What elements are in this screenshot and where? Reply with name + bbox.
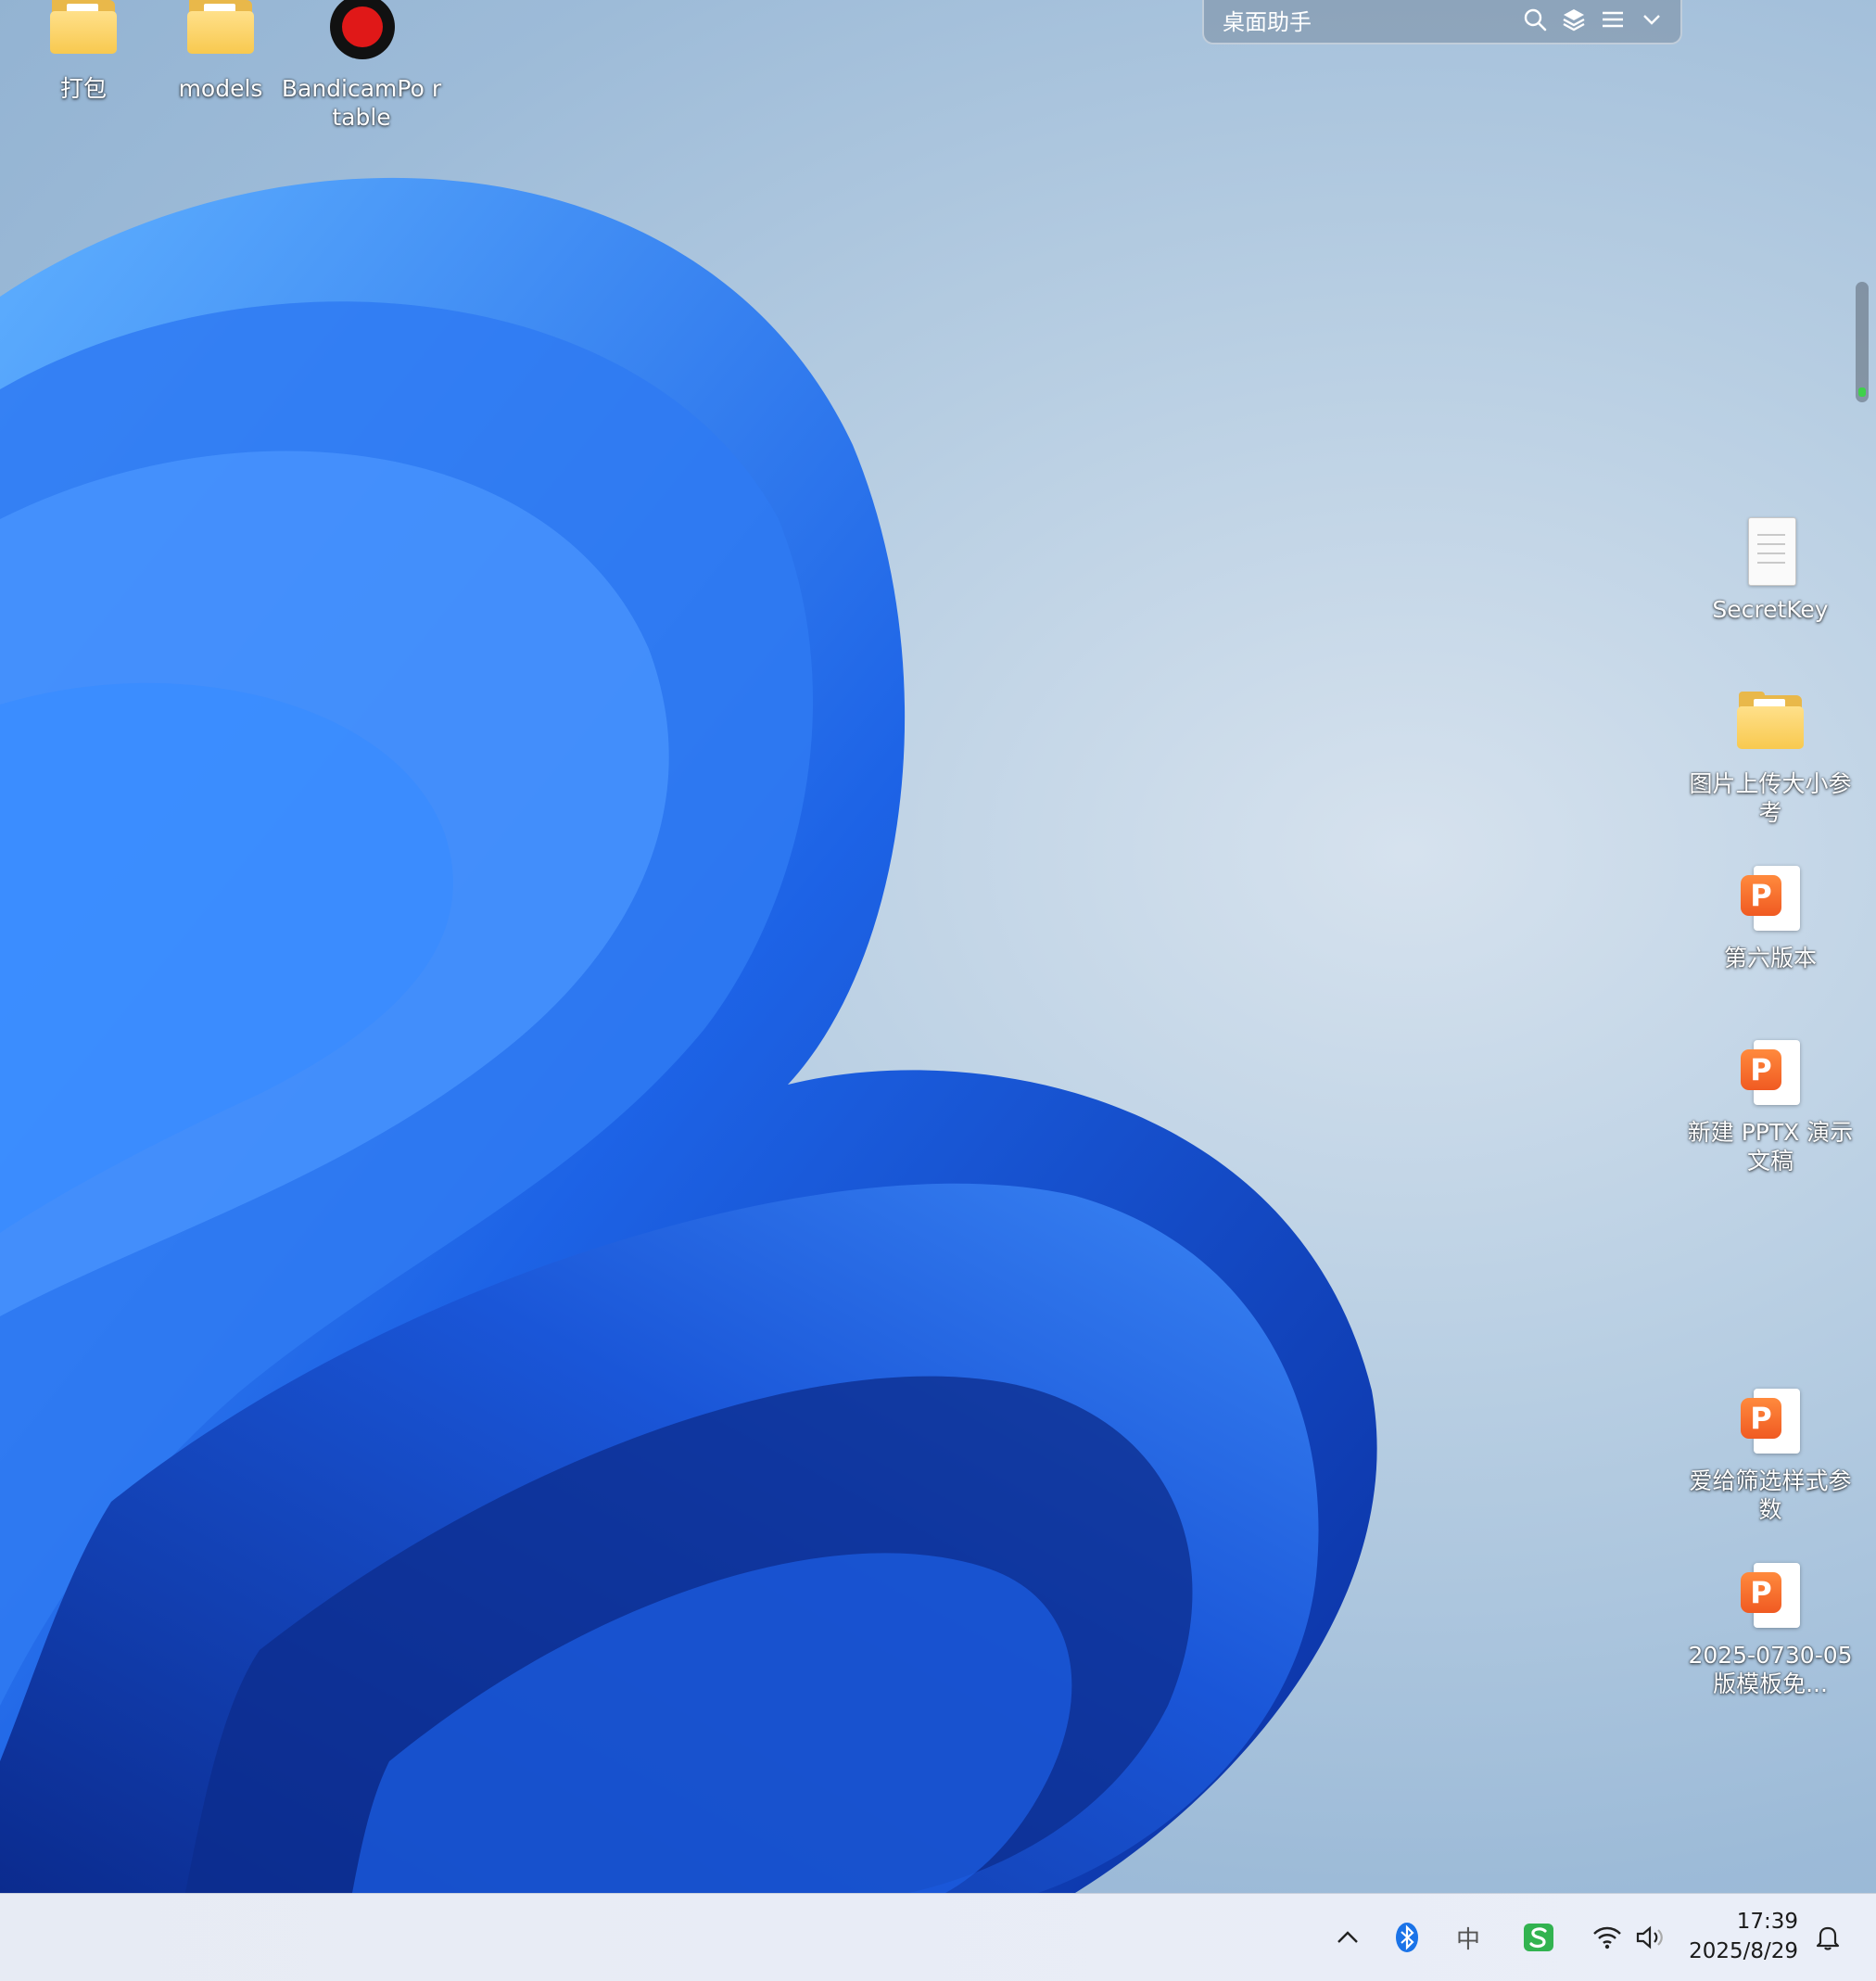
desktop-icon-image-upload-folder[interactable]: 图片上传大小参考	[1687, 690, 1854, 827]
desktop-icon-label: SecretKey	[1712, 596, 1829, 623]
layers-icon[interactable]	[1554, 0, 1593, 39]
input-method-icon[interactable]: 中	[1446, 1894, 1490, 1981]
wps-presentation-icon: P	[1733, 1387, 1807, 1461]
desktop-icon-label: 2025-0730-05版模板免...	[1688, 1642, 1853, 1697]
ime-label: 中	[1455, 1925, 1480, 1954]
desktop-icon-label: 新建 PPTX 演示文稿	[1687, 1119, 1854, 1175]
desktop-icon-label: BandicamPo rtable	[281, 75, 442, 131]
show-hidden-icons-button[interactable]	[1327, 1894, 1368, 1981]
desktop-icon-version-six[interactable]: P 第六版本	[1687, 864, 1854, 972]
desktop-icon-template-2025[interactable]: P 2025-0730-05版模板免...	[1687, 1561, 1854, 1698]
wps-presentation-icon: P	[1733, 864, 1807, 938]
desktop-helper-bar[interactable]: 桌面助手	[1202, 0, 1682, 44]
folder-icon	[184, 0, 258, 69]
menu-icon[interactable]	[1593, 0, 1632, 39]
desktop-icon-label: 第六版本	[1723, 945, 1817, 971]
wifi-icon[interactable]	[1587, 1894, 1628, 1981]
desktop-icon-new-pptx[interactable]: P 新建 PPTX 演示文稿	[1687, 1038, 1854, 1175]
clock-time: 17:39	[1736, 1910, 1798, 1934]
desktop-icon-secretkey[interactable]: SecretKey	[1687, 515, 1854, 624]
clock[interactable]: 17:39 2025/8/29	[1689, 1907, 1798, 1966]
desktop-icon-label: 图片上传大小参考	[1689, 770, 1852, 826]
chevron-down-icon[interactable]	[1632, 0, 1671, 39]
text-file-icon	[1733, 515, 1807, 590]
wps-presentation-icon: P	[1733, 1038, 1807, 1112]
bloom-wallpaper	[0, 177, 1377, 1893]
desktop-icon-aigei-filter-params[interactable]: P 爱给筛选样式参数	[1687, 1387, 1854, 1524]
desktop-icon-label: 爱给筛选样式参数	[1689, 1467, 1852, 1523]
sogou-input-icon[interactable]	[1516, 1894, 1561, 1981]
bandicam-record-icon	[324, 0, 399, 69]
volume-icon[interactable]	[1629, 1894, 1670, 1981]
status-indicator	[1858, 387, 1866, 397]
search-icon[interactable]	[1515, 0, 1554, 39]
taskbar: 中 17:39 2025/8/29	[0, 1893, 1876, 1981]
side-drawer-handle[interactable]	[1856, 282, 1869, 402]
folder-icon	[46, 0, 120, 69]
desktop-icon-bandicam[interactable]: BandicamPo rtable	[278, 0, 445, 132]
desktop-helper-title: 桌面助手	[1223, 8, 1312, 35]
folder-icon	[1733, 690, 1807, 764]
clock-date: 2025/8/29	[1689, 1939, 1798, 1963]
notification-bell-icon[interactable]	[1807, 1894, 1848, 1981]
wps-presentation-icon: P	[1733, 1561, 1807, 1635]
bluetooth-icon[interactable]	[1387, 1894, 1427, 1981]
desktop[interactable]: 打包 models BandicamPo rtable SecretKey 图片…	[0, 0, 1876, 1893]
